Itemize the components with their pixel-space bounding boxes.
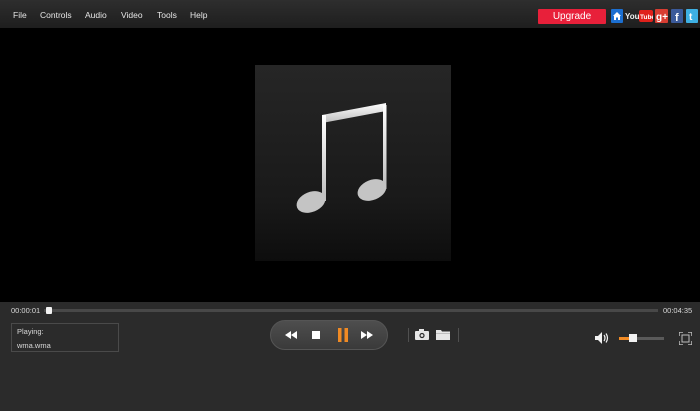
youtube-icon[interactable]: You Tube [625, 9, 653, 23]
fast-forward-icon [361, 331, 373, 339]
current-time: 00:00:01 [11, 306, 41, 315]
divider [458, 328, 459, 342]
file-name: wma.wma [17, 341, 51, 350]
volume-icon[interactable] [595, 332, 609, 344]
controls-panel: 00:00:01 00:04:35 Playing: wma.wma [0, 302, 700, 411]
menu-video[interactable]: Video [121, 0, 143, 29]
menu-bar: File Controls Audio Video Tools Help Upg… [0, 0, 700, 29]
camera-icon[interactable] [415, 329, 429, 340]
rewind-icon [285, 331, 297, 339]
menu-file[interactable]: File [13, 0, 27, 29]
total-time: 00:04:35 [663, 306, 693, 315]
divider [408, 328, 409, 342]
album-art [255, 65, 451, 261]
google-plus-icon[interactable]: g+ [655, 9, 668, 23]
stop-button[interactable] [309, 321, 323, 349]
seek-bar[interactable] [44, 309, 658, 312]
seek-thumb[interactable] [46, 307, 53, 314]
menu-audio[interactable]: Audio [85, 0, 107, 29]
menu-controls[interactable]: Controls [40, 0, 72, 29]
facebook-icon[interactable]: f [671, 9, 683, 23]
playing-label: Playing: [17, 327, 44, 336]
twitter-icon[interactable]: t [686, 9, 698, 23]
fullscreen-icon[interactable] [679, 332, 692, 345]
stop-icon [312, 331, 320, 339]
pause-button[interactable] [335, 321, 351, 349]
menu-help[interactable]: Help [190, 0, 207, 29]
music-note-icon [296, 103, 387, 213]
video-area[interactable] [0, 29, 700, 302]
gplus-text: g+ [656, 12, 668, 23]
transport-controls [270, 320, 388, 350]
pause-icon [338, 328, 348, 342]
youtube-you-text: You [625, 12, 640, 21]
rewind-button[interactable] [283, 321, 299, 349]
facebook-text: f [675, 12, 679, 23]
upgrade-button[interactable]: Upgrade [538, 9, 606, 24]
fast-forward-button[interactable] [359, 321, 375, 349]
menu-tools[interactable]: Tools [157, 0, 177, 29]
volume-thumb[interactable] [628, 334, 637, 342]
now-playing-box: Playing: wma.wma [11, 323, 119, 352]
home-icon[interactable] [611, 9, 623, 23]
folder-icon[interactable] [436, 329, 450, 340]
youtube-tube-text: Tube [640, 14, 653, 21]
